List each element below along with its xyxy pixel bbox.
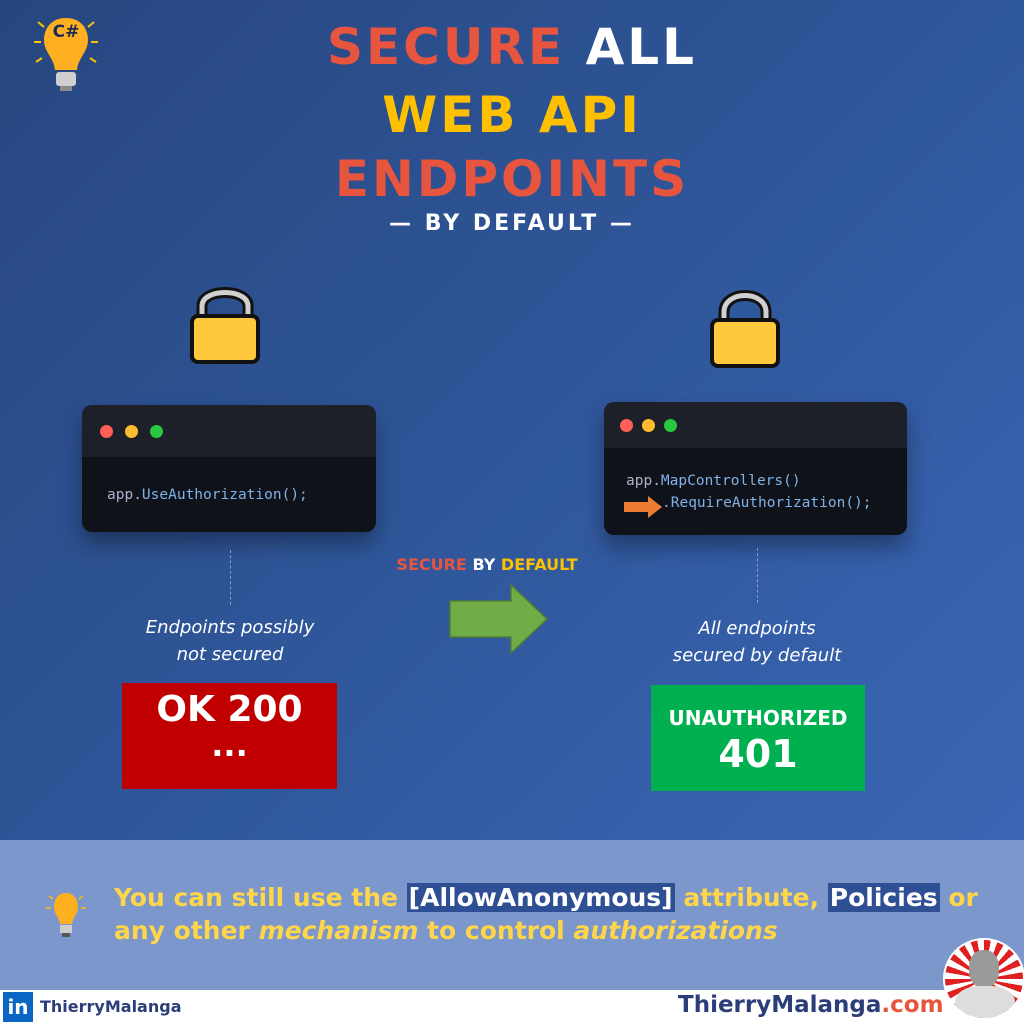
connector-line-left [230,550,231,605]
code-require-authorization: .RequireAuthorization(); [662,495,872,511]
status-ellipsis: ... [211,726,248,764]
maximize-dot-icon [150,425,163,438]
tip-mechanism: mechanism [258,916,419,945]
author-avatar [943,938,1024,1020]
linkedin-name-link[interactable]: ThierryMalanga [40,997,182,1016]
site-name: ThierryMalanga [678,992,882,1018]
infographic-background: C# SECURE ALL WEB API ENDPOINTS — BY DEF… [0,0,1024,840]
tip-part: to control [418,916,574,945]
linkedin-icon[interactable]: in [3,992,33,1022]
caption-line: secured by default [672,645,842,666]
label-default: DEFAULT [500,555,578,574]
code-map-controllers: app.MapControllers() [626,473,801,489]
orange-arrow-icon [624,496,662,518]
label-by: BY [472,555,496,574]
tip-part: attribute, [674,883,828,912]
arrow-right-icon [449,584,549,654]
caption-line: not secured [176,644,284,665]
maximize-dot-icon [664,419,677,432]
tip-band: You can still use the [AllowAnonymous] a… [0,840,1024,990]
tip-text: You can still use the [AllowAnonymous] a… [114,881,994,947]
status-text: UNAUTHORIZED [668,706,848,730]
title-endpoints: ENDPOINTS [334,150,690,208]
title-all: ALL [585,18,697,76]
padlock-open-icon [190,287,260,364]
padlock-closed-icon [710,290,780,368]
website-link[interactable]: ThierryMalanga.com [678,992,944,1018]
caption-left: Endpoints possibly not secured [100,614,360,668]
title-web-api: WEB API [382,86,642,144]
subtitle: — BY DEFAULT — [389,211,635,236]
connector-line-right [757,548,758,603]
site-tld: .com [881,992,944,1018]
footer: in ThierryMalanga ThierryMalanga.com [0,990,1024,1024]
title-line-1: SECURE ALL [0,18,1024,76]
code-window-left: app.UseAuthorization(); [82,405,376,532]
code-prefix: app. [107,487,142,503]
code-method: MapControllers() [660,473,801,489]
minimize-dot-icon [642,419,655,432]
status-code: OK 200 [156,689,303,730]
status-ok-200: OK 200 ... [122,683,337,789]
code-use-authorization: app.UseAuthorization(); [107,487,308,503]
code-prefix: app. [626,473,661,489]
secure-by-default-label: SECURE BY DEFAULT [360,555,614,574]
code-window-right: app.MapControllers() .RequireAuthorizati… [604,402,907,535]
close-dot-icon [620,419,633,432]
status-code: 401 [718,732,798,776]
window-titlebar [604,402,907,448]
title-secure: SECURE [327,18,566,76]
label-secure: SECURE [396,555,467,574]
tip-authorizations: authorizations [573,916,778,945]
highlight-policies: Policies [827,883,940,912]
caption-right: All endpoints secured by default [627,615,887,669]
code-method: UseAuthorization(); [141,487,308,503]
minimize-dot-icon [125,425,138,438]
highlight-allow-anonymous: [AllowAnonymous] [406,883,675,912]
window-titlebar [82,405,376,457]
caption-line: All endpoints [698,618,816,639]
status-unauthorized-401: UNAUTHORIZED 401 [651,685,865,791]
close-dot-icon [100,425,113,438]
lightbulb-icon [46,893,86,937]
tip-part: You can still use the [114,883,407,912]
caption-line: Endpoints possibly [145,617,315,638]
